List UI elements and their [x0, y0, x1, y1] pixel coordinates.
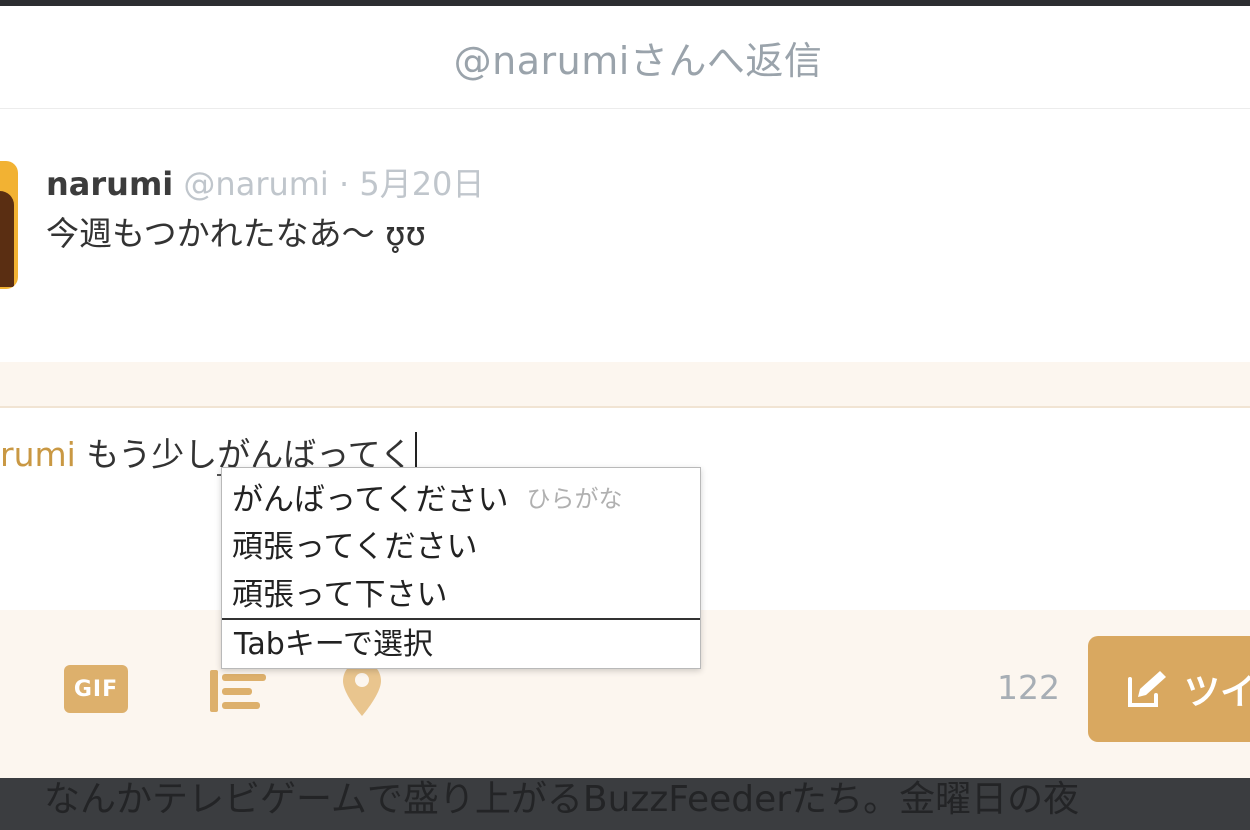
character-counter: 122	[997, 668, 1060, 707]
ime-candidate-text: 頑張ってください	[232, 529, 478, 565]
tweet-text: 今週もつかれたなあ〜 ʊ̥ʊ	[46, 214, 426, 253]
background-feed-text: なんかテレビゲームで盛り上がるBuzzFeederたち。金曜日の夜	[44, 779, 1080, 820]
location-icon[interactable]	[340, 660, 384, 720]
mention-text: rumi	[0, 435, 76, 474]
text-caret	[414, 432, 417, 472]
ime-divider	[222, 618, 700, 620]
avatar[interactable]	[0, 161, 18, 289]
gif-label: GIF	[73, 676, 119, 702]
ime-footer-hint: Tabキーで選択	[234, 627, 433, 662]
poll-icon[interactable]	[208, 668, 268, 714]
compose-icon	[1128, 671, 1166, 707]
ime-candidate-text: がんばってください	[232, 482, 509, 518]
tweet-date[interactable]: 5月20日	[359, 165, 484, 203]
dialog-header: @narumiさんへ返信	[0, 6, 1250, 109]
ime-candidate[interactable]: 頑張って下さい	[232, 572, 447, 618]
gif-icon[interactable]: GIF	[64, 665, 128, 713]
ime-candidate[interactable]: がんばってください ひらがな	[232, 476, 623, 522]
ime-candidate-window: がんばってください ひらがな 頑張ってください 頑張って下さい Tabキーで選択	[221, 467, 701, 669]
dialog-title: @narumiさんへ返信	[453, 38, 823, 83]
tweet-author-name[interactable]: narumi	[46, 165, 173, 203]
avatar-figure	[0, 191, 14, 287]
typed-text: もう少し	[75, 435, 218, 474]
tweet-separator: ·	[338, 165, 350, 203]
screen: @narumiさんへ返信 narumi @narumi · 5月20日 今週もつ…	[0, 0, 1250, 830]
composer-top-band	[0, 362, 1250, 408]
ime-candidate-text: 頑張って下さい	[232, 577, 448, 613]
ime-candidate[interactable]: 頑張ってください	[232, 524, 478, 570]
tweet-author-handle[interactable]: @narumi	[183, 165, 328, 203]
tweet-button[interactable]: ツイ	[1088, 636, 1250, 742]
tweet-meta: narumi @narumi · 5月20日	[46, 159, 484, 205]
tweet-button-label: ツイ	[1184, 672, 1250, 713]
original-tweet: narumi @narumi · 5月20日 今週もつかれたなあ〜 ʊ̥ʊ	[0, 109, 1250, 362]
ime-candidate-hint: ひらがな	[526, 485, 623, 513]
